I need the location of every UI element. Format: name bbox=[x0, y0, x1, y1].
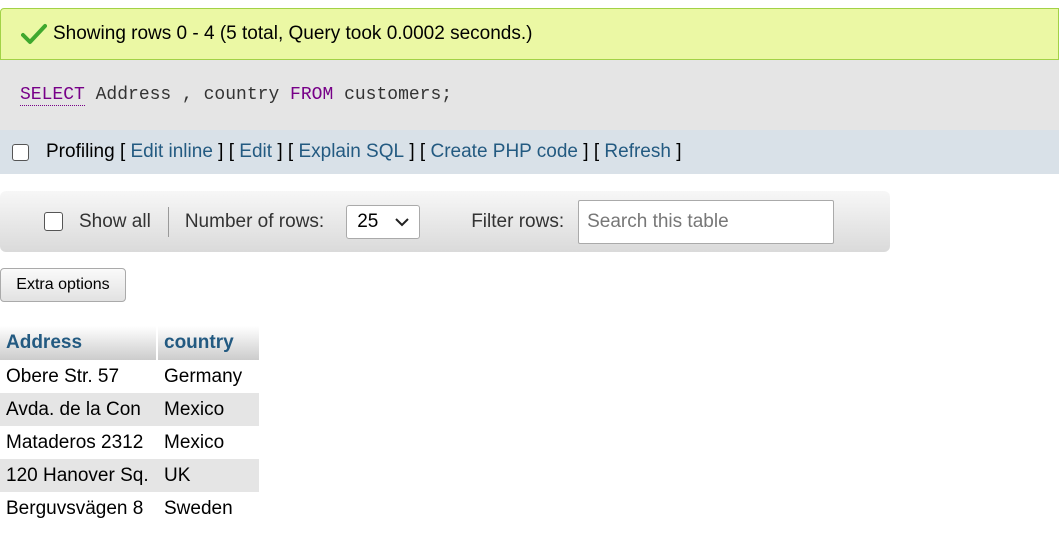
sql-keyword-select[interactable]: SELECT bbox=[20, 85, 85, 106]
cell-address[interactable]: Obere Str. 57 bbox=[0, 360, 158, 393]
extra-options-button[interactable]: Extra options bbox=[0, 268, 126, 302]
profiling-checkbox[interactable] bbox=[12, 143, 29, 161]
cell-country[interactable]: Mexico bbox=[158, 426, 259, 459]
number-of-rows-select[interactable]: 25 bbox=[346, 204, 421, 239]
chevron-down-icon bbox=[395, 217, 409, 226]
sql-query-box[interactable]: SELECT Address , country FROM customers; bbox=[0, 60, 1059, 130]
cell-address[interactable]: Mataderos 2312 bbox=[0, 426, 158, 459]
cell-country[interactable]: Mexico bbox=[158, 393, 259, 426]
bracket-sep-2: ] [ bbox=[277, 141, 294, 162]
success-message-bar: Showing rows 0 - 4 (5 total, Query took … bbox=[0, 8, 1059, 60]
create-php-code-link[interactable]: Create PHP code bbox=[430, 141, 578, 163]
cell-address[interactable]: Berguvsvägen 8 bbox=[0, 492, 158, 525]
bracket-close: ] bbox=[676, 141, 682, 162]
table-row: Avda. de la Con Mexico bbox=[0, 393, 259, 426]
explain-sql-link[interactable]: Explain SQL bbox=[298, 141, 404, 163]
cell-address[interactable]: 120 Hanover Sq. bbox=[0, 459, 158, 492]
nav-divider bbox=[167, 206, 169, 237]
bracket-sep-4: ] [ bbox=[583, 141, 600, 162]
table-row: Berguvsvägen 8 Sweden bbox=[0, 492, 259, 525]
refresh-link[interactable]: Refresh bbox=[604, 141, 671, 163]
sql-keyword-from: FROM bbox=[290, 85, 334, 105]
table-row: 120 Hanover Sq. UK bbox=[0, 459, 259, 492]
filter-rows-label: Filter rows: bbox=[471, 210, 565, 232]
cell-country[interactable]: UK bbox=[158, 459, 259, 492]
phpmyadmin-results-page: Showing rows 0 - 4 (5 total, Query took … bbox=[0, 0, 1059, 538]
edit-inline-link[interactable]: Edit inline bbox=[131, 141, 213, 163]
bracket-sep-3: ] [ bbox=[409, 141, 426, 162]
column-header-address[interactable]: Address bbox=[0, 326, 158, 360]
cell-country[interactable]: Germany bbox=[158, 360, 259, 393]
number-of-rows-label: Number of rows: bbox=[184, 210, 325, 232]
sql-table: customers; bbox=[333, 85, 453, 105]
column-header-country[interactable]: country bbox=[158, 326, 259, 360]
table-row: Mataderos 2312 Mexico bbox=[0, 426, 259, 459]
bracket-sep-1: ] [ bbox=[218, 141, 235, 162]
cell-country[interactable]: Sweden bbox=[158, 492, 259, 525]
profiling-bar: Profiling [ Edit inline ] [ Edit ] [ Exp… bbox=[0, 130, 1059, 174]
bracket-open: [ bbox=[119, 141, 126, 162]
sql-query-text: SELECT Address , country FROM customers; bbox=[20, 85, 453, 106]
rows-select-value: 25 bbox=[357, 210, 379, 232]
show-all-label[interactable]: Show all bbox=[79, 211, 151, 233]
search-table-input[interactable] bbox=[578, 199, 835, 244]
sql-columns: Address , country bbox=[84, 85, 291, 105]
table-navigation-bar: Show all Number of rows: 25 Filter rows: bbox=[0, 191, 890, 252]
cell-address[interactable]: Avda. de la Con bbox=[0, 393, 158, 426]
check-icon bbox=[21, 24, 47, 44]
results-table: Address country Obere Str. 57 Germany Av… bbox=[0, 326, 259, 525]
profiling-label: Profiling bbox=[46, 141, 115, 162]
edit-link[interactable]: Edit bbox=[239, 141, 272, 163]
table-header-row: Address country bbox=[0, 326, 259, 360]
show-all-checkbox[interactable] bbox=[44, 212, 63, 231]
success-message: Showing rows 0 - 4 (5 total, Query took … bbox=[53, 23, 533, 44]
table-row: Obere Str. 57 Germany bbox=[0, 360, 259, 393]
